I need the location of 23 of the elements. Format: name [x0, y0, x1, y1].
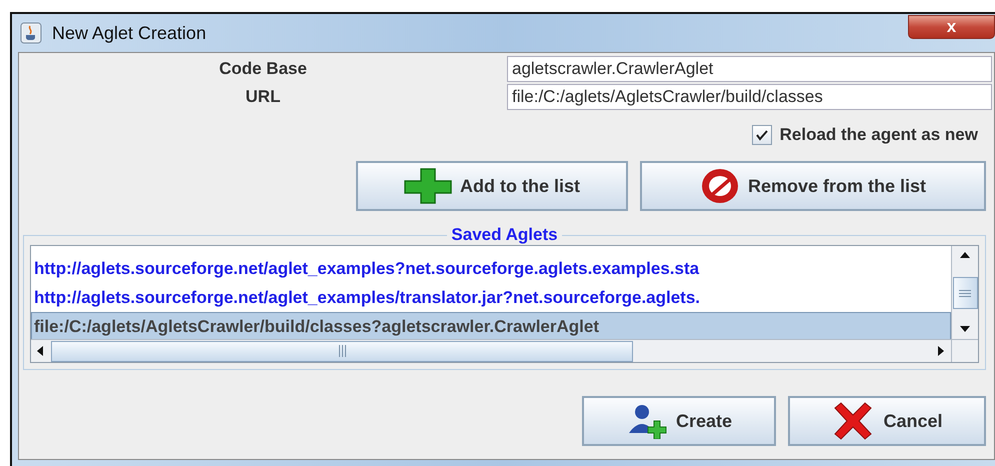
check-icon — [754, 128, 769, 142]
no-entry-icon — [700, 167, 740, 205]
input-field[interactable]: agletscrawler.CrawlerAglet — [507, 56, 992, 82]
group-title: Saved Aglets — [450, 225, 559, 245]
field-label: URL — [244, 87, 282, 107]
checkbox[interactable] — [752, 125, 772, 145]
checkbox-label: Reload the agent as new — [780, 125, 978, 145]
grip-icon — [338, 345, 346, 357]
field-label: Code Base — [218, 59, 308, 79]
input-field[interactable]: file:/C:/aglets/AgletsCrawler/build/classes — [507, 84, 992, 110]
horizontal-scrollbar[interactable] — [31, 339, 951, 362]
create-button[interactable]: Create — [582, 396, 776, 446]
add-button[interactable]: Add to the list — [356, 161, 628, 211]
vertical-scrollbar[interactable] — [951, 246, 978, 339]
remove-button[interactable]: Remove from the list — [640, 161, 986, 211]
close-button[interactable]: x — [908, 15, 995, 39]
scrollbar-corner — [951, 339, 978, 362]
java-cup-icon — [20, 22, 42, 44]
window-title: New Aglet Creation — [52, 22, 206, 44]
plus-icon — [404, 168, 452, 204]
grip-icon — [959, 288, 971, 296]
list-item[interactable]: file:/C:/aglets/AgletsCrawler/build/classes?agletscrawler.CrawlerAglet — [31, 312, 951, 339]
cancel-button[interactable]: Cancel — [788, 396, 986, 446]
